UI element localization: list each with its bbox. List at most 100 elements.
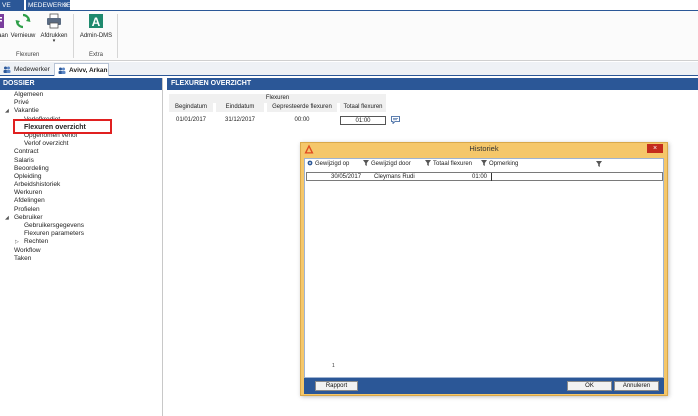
sidebar-item-label: Contract <box>14 148 39 156</box>
cell-gewijzigd-door: Cleymans Rudi <box>374 174 415 180</box>
doc-tab-employee[interactable]: Avivv, Arkan <box>54 63 109 76</box>
dossier-panel: DOSSIER Algemeen Privé ◢ Vakantie Verlofkred… <box>0 78 163 416</box>
column-header-einddatum[interactable]: Einddatum <box>216 103 264 112</box>
comment-icon[interactable] <box>391 116 400 124</box>
cell-totaal[interactable]: 01:00 <box>340 116 386 125</box>
sidebar-item[interactable]: Arbeidshistoriek <box>0 181 162 189</box>
printer-icon <box>47 13 61 29</box>
tab-close-icon[interactable]: X <box>64 0 68 11</box>
ribbon-group-flexuren: Flexuren <box>16 52 40 58</box>
column-header-opmerking[interactable]: Opmerking <box>481 160 518 169</box>
cell-begindatum: 01/01/2017 <box>175 117 207 123</box>
column-header-label: Opmerking <box>489 161 519 167</box>
sidebar-item[interactable]: Algemeen <box>0 91 162 99</box>
sidebar-item-label: Gebruiker <box>14 213 43 221</box>
expand-arrow-icon[interactable]: ▷ <box>15 238 19 246</box>
sidebar-item[interactable]: Verlof overzicht <box>0 140 162 148</box>
ok-button[interactable]: OK <box>567 381 612 391</box>
tab-medewerkers-label: MEDEWERKERS <box>28 2 80 9</box>
page-title: FLEXUREN OVERZICHT <box>167 78 698 90</box>
column-header-totaal-flexuren[interactable]: Totaal flexuren <box>425 160 472 169</box>
cell-gepresteerde: 00:00 <box>294 117 310 123</box>
sidebar-item-label: Werkuren <box>14 189 43 197</box>
filter-icon[interactable] <box>596 161 602 167</box>
group-header-flexuren: Flexuren <box>169 94 386 103</box>
print-button[interactable]: Afdrukken ▾ <box>38 13 70 44</box>
sidebar-item-label: Algemeen <box>14 91 44 98</box>
chevron-down-icon[interactable]: ▾ <box>38 39 70 44</box>
column-header-label: Gewijzigd door <box>371 161 411 167</box>
sidebar-item[interactable]: Werkuren <box>0 189 162 197</box>
tab-medewerkers[interactable]: MEDEWERKERS X <box>26 0 80 11</box>
table-row[interactable]: 30/05/2017 Cleymans Rudi 01:00 <box>306 172 663 181</box>
sidebar-item[interactable]: Flexuren parameters <box>0 230 162 238</box>
column-header-gewijzigd-door[interactable]: Gewijzigd door <box>363 160 411 169</box>
ribbon-button-label: aan <box>0 33 8 39</box>
sidebar-item-label: Verlof overzicht <box>24 140 69 148</box>
doc-tab-medewerker[interactable]: Medewerker <box>0 63 52 76</box>
ribbon-group-extra: Extra <box>89 52 104 58</box>
sidebar-item[interactable]: Contract <box>0 148 162 156</box>
sidebar-item-label: Vakantie <box>14 107 39 115</box>
cell-einddatum: 31/12/2017 <box>224 117 256 123</box>
people-icon <box>58 67 66 74</box>
app-logo-icon <box>304 144 314 154</box>
sidebar-item[interactable]: Gebruikersgegevens <box>0 222 162 230</box>
column-header-label: Totaal flexuren <box>433 161 473 167</box>
sidebar-item-label: Arbeidshistoriek <box>14 181 61 189</box>
doc-tab-label: Medewerker <box>14 66 50 73</box>
ribbon-button-label: Vernieuw <box>10 33 36 39</box>
sidebar-item[interactable]: ◢ Vakantie <box>0 107 162 115</box>
dossier-tree: Algemeen Privé ◢ Vakantie Verlofkrediet Flexu… <box>0 91 162 263</box>
sidebar-item[interactable]: Salaris <box>0 157 162 165</box>
document-tabs: Medewerker Avivv, Arkan <box>0 62 698 76</box>
app-tab-strip: VE MEDEWERKERS X <box>0 0 698 11</box>
refresh-button[interactable]: Vernieuw <box>10 13 36 39</box>
sidebar-item[interactable]: ◢ Gebruiker <box>0 214 162 222</box>
svg-text:A: A <box>92 15 101 29</box>
historiek-dialog: Historiek × Gewijzigd op Gewijzigd door … <box>300 142 668 396</box>
column-header-gewijzigd-op[interactable]: Gewijzigd op <box>307 160 349 169</box>
dialog-title: Historiek <box>469 144 499 153</box>
page-number[interactable]: 1 <box>332 363 335 369</box>
column-header-label: Gewijzigd op <box>315 161 350 167</box>
text-cursor <box>491 173 492 181</box>
sidebar-item-label: Gebruikersgegevens <box>24 222 84 229</box>
sidebar-item[interactable]: Workflow <box>0 247 162 255</box>
admin-dms-button[interactable]: A Admin-DMS <box>77 13 115 39</box>
sidebar-item-label: Workflow <box>14 246 41 254</box>
filter-icon[interactable] <box>425 160 431 166</box>
column-header-totaal[interactable]: Totaal flexuren <box>340 103 386 112</box>
collapse-arrow-icon[interactable]: ◢ <box>5 107 9 115</box>
ribbon: aan Vernieuw Afdrukken ▾ A <box>0 11 698 61</box>
collapse-arrow-icon[interactable]: ◢ <box>5 214 9 222</box>
ribbon-button-aan[interactable]: aan <box>0 13 10 39</box>
close-icon[interactable]: × <box>647 144 663 153</box>
column-header-gepresteerde[interactable]: Gepresteerde flexuren <box>267 103 337 112</box>
filter-icon[interactable] <box>481 160 487 166</box>
ribbon-separator <box>117 14 118 58</box>
sidebar-item-label: Afdelingen <box>14 197 45 205</box>
rapport-button[interactable]: Rapport <box>315 381 358 391</box>
sidebar-item[interactable]: Beoordeling <box>0 165 162 173</box>
settings-gear-icon[interactable] <box>307 160 313 166</box>
sidebar-item[interactable]: Taken <box>0 255 162 263</box>
column-header-begindatum[interactable]: Begindatum <box>169 103 213 112</box>
filter-icon[interactable] <box>363 160 369 166</box>
sidebar-item-label: Rechten <box>24 238 49 246</box>
dossier-header: DOSSIER <box>0 78 162 90</box>
admin-dms-icon: A <box>89 14 103 29</box>
sidebar-item[interactable]: Opleiding <box>0 173 162 181</box>
annuleren-button[interactable]: Annuleren <box>614 381 659 391</box>
sidebar-item[interactable]: ▷ Rechten <box>0 238 162 246</box>
ribbon-separator <box>73 14 74 58</box>
cell-gewijzigd-op: 30/05/2017 <box>331 174 362 180</box>
sidebar-item[interactable]: Profielen <box>0 206 162 214</box>
sidebar-item[interactable]: Privé <box>0 99 162 107</box>
sidebar-item-label: Taken <box>14 254 32 262</box>
sidebar-item-label: Privé <box>14 99 29 107</box>
sidebar-item[interactable]: Afdelingen <box>0 197 162 205</box>
selection-highlight-box <box>13 119 112 134</box>
tab-previous[interactable]: VE <box>0 0 24 11</box>
cell-totaal-flexuren: 01:00 <box>472 174 488 180</box>
